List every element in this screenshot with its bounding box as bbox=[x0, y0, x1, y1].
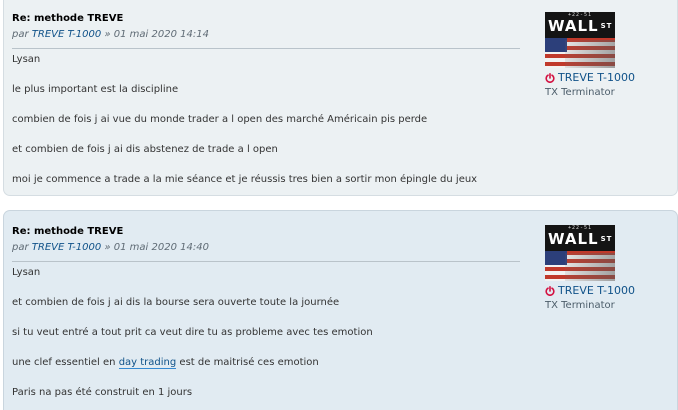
author-link[interactable]: TREVE T-1000 bbox=[32, 242, 101, 253]
avatar[interactable]: +22-51 WALL ST bbox=[545, 225, 615, 281]
content-line: Paris na pas été construit en 1 jours bbox=[12, 387, 193, 398]
post-body: Re: methode TREVE par TREVE T-1000 » 01 … bbox=[12, 225, 520, 410]
profile-rank: TX Terminator bbox=[545, 87, 615, 98]
avatar-wall-text: WALL ST bbox=[548, 17, 612, 35]
avatar-sup: ST bbox=[600, 22, 613, 30]
post-content: Lysan et combien de fois j ai dis la bou… bbox=[12, 266, 520, 400]
content-line: Lysan bbox=[12, 267, 41, 278]
post-profile: +22-51 WALL ST TREVE T-1000 TX Terminator bbox=[545, 12, 675, 100]
content-text: une clef essentiel en bbox=[12, 357, 116, 368]
profile-username[interactable]: TREVE T-1000 bbox=[558, 284, 635, 298]
divider bbox=[12, 261, 520, 262]
post-body: Re: methode TREVE par TREVE T-1000 » 01 … bbox=[12, 12, 520, 203]
avatar-shade bbox=[565, 253, 615, 281]
avatar-word: WALL bbox=[548, 230, 599, 248]
content-line: si tu veut entré a tout prit ca veut dir… bbox=[12, 327, 373, 338]
post-1: Re: methode TREVE par TREVE T-1000 » 01 … bbox=[3, 0, 678, 196]
avatar-word: WALL bbox=[548, 17, 599, 35]
avatar-shade bbox=[565, 40, 615, 68]
content-line: et combien de fois j ai dis abstenez de … bbox=[12, 144, 278, 155]
content-text: est de maitrisé ces emotion bbox=[179, 357, 319, 368]
author-prefix: par bbox=[12, 29, 29, 40]
avatar-wall-text: WALL ST bbox=[548, 230, 612, 248]
day-trading-link[interactable]: day trading bbox=[118, 357, 177, 369]
content-line: moi je commence a trade a la mie séance … bbox=[12, 174, 478, 185]
profile-username-row: TREVE T-1000 bbox=[545, 284, 675, 298]
profile-username-row: TREVE T-1000 bbox=[545, 71, 675, 85]
post-2: Re: methode TREVE par TREVE T-1000 » 01 … bbox=[3, 210, 678, 410]
profile-rank: TX Terminator bbox=[545, 300, 615, 311]
author-prefix: par bbox=[12, 242, 29, 253]
post-date: » 01 mai 2020 14:14 bbox=[104, 29, 209, 40]
post-date: » 01 mai 2020 14:40 bbox=[104, 242, 209, 253]
content-line: le plus important est la discipline bbox=[12, 84, 179, 95]
avatar-flag-canton bbox=[545, 38, 567, 52]
content-line: et combien de fois j ai dis la bourse se… bbox=[12, 297, 340, 308]
post-title[interactable]: Re: methode TREVE bbox=[12, 12, 520, 26]
author-link[interactable]: TREVE T-1000 bbox=[32, 29, 101, 40]
post-content: Lysan le plus important est la disciplin… bbox=[12, 53, 520, 187]
divider bbox=[12, 48, 520, 49]
content-line-with-link: une clef essentiel en day trading est de… bbox=[12, 356, 520, 370]
avatar[interactable]: +22-51 WALL ST bbox=[545, 12, 615, 68]
post-profile: +22-51 WALL ST TREVE T-1000 TX Terminator bbox=[545, 225, 675, 313]
avatar-sup: ST bbox=[600, 235, 613, 243]
post-author-line: par TREVE T-1000 » 01 mai 2020 14:40 bbox=[12, 241, 520, 255]
post-author-line: par TREVE T-1000 » 01 mai 2020 14:14 bbox=[12, 28, 520, 42]
content-line: combien de fois j ai vue du monde trader… bbox=[12, 114, 428, 125]
content-line: Lysan bbox=[12, 54, 41, 65]
profile-username[interactable]: TREVE T-1000 bbox=[558, 71, 635, 85]
power-icon bbox=[545, 73, 555, 83]
post-title[interactable]: Re: methode TREVE bbox=[12, 225, 520, 239]
power-icon bbox=[545, 286, 555, 296]
avatar-flag-canton bbox=[545, 251, 567, 265]
